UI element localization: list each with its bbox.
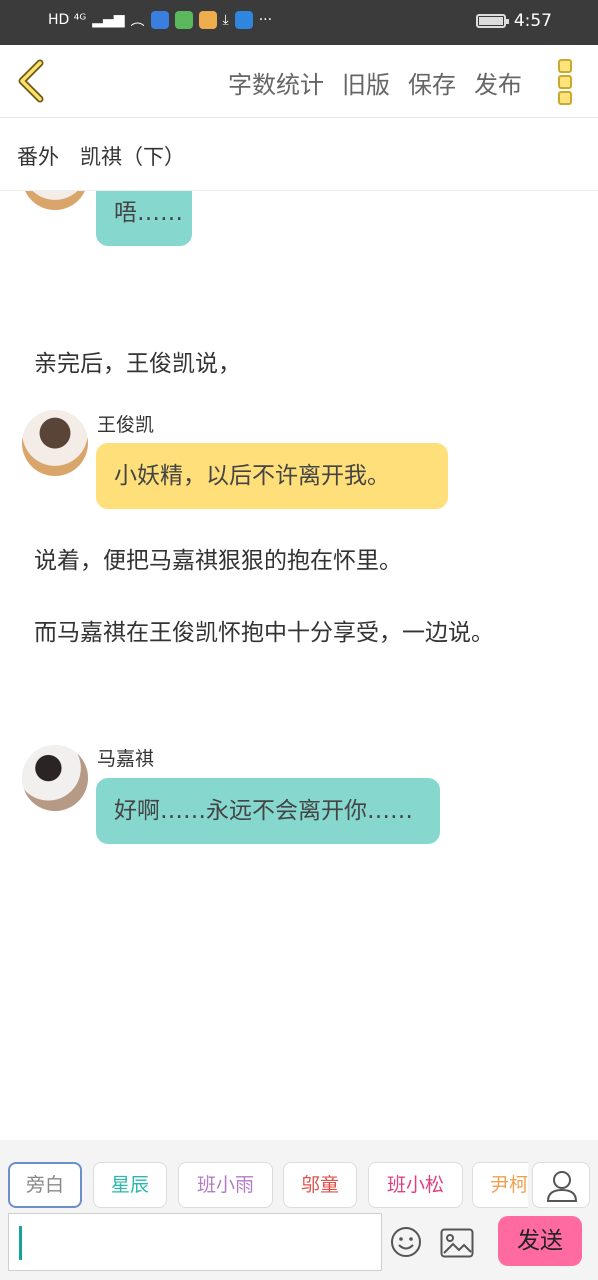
app-icon-3 xyxy=(198,11,217,29)
chat-bubble[interactable]: 好啊……永远不会离开你…… xyxy=(96,778,440,844)
status-bar: HD ⁴ᴳ ▂▄▆ ︵ ⤓ ··· 4:57 xyxy=(0,0,598,45)
publish-button[interactable]: 发布 xyxy=(474,65,522,100)
word-count-button[interactable]: 字数统计 xyxy=(228,65,324,100)
person-icon xyxy=(546,1171,578,1202)
speaker-name: 马嘉祺 xyxy=(97,748,155,770)
character-chip[interactable]: 旁白 xyxy=(8,1162,82,1208)
wifi-icon: ︵ xyxy=(130,13,145,29)
toolbar-links: 字数统计 旧版 保存 发布 xyxy=(228,65,522,100)
narration-text[interactable]: 说着，便把马嘉祺狠狠的抱在怀里。 xyxy=(34,541,402,575)
status-icons: HD ⁴ᴳ ▂▄▆ ︵ ⤓ ··· xyxy=(48,10,272,30)
character-chip[interactable]: 尹柯 xyxy=(472,1162,528,1208)
toolbar: 字数统计 旧版 保存 发布 xyxy=(0,45,598,118)
avatar[interactable] xyxy=(22,745,88,811)
back-icon[interactable] xyxy=(14,59,50,103)
character-chip[interactable]: 班小雨 xyxy=(178,1162,273,1208)
add-character-button[interactable] xyxy=(532,1162,590,1208)
signal-icon: ▂▄▆ xyxy=(92,12,125,28)
narration-text[interactable]: 亲完后，王俊凯说， xyxy=(34,344,241,378)
chat-bubble[interactable]: 唔…… xyxy=(96,191,192,246)
send-button[interactable]: 发送 xyxy=(498,1216,582,1266)
composer: 旁白 星辰 班小雨 邬童 班小松 尹柯 发送 xyxy=(0,1140,598,1280)
app-icon-1 xyxy=(150,11,169,29)
character-chip[interactable]: 邬童 xyxy=(283,1162,357,1208)
chapter-header: 番外 凯祺（下） xyxy=(0,118,598,191)
chapter-tag: 番外 xyxy=(17,145,59,169)
message-input-box[interactable] xyxy=(8,1213,382,1271)
clock: 4:57 xyxy=(513,11,552,31)
app-icon-4 xyxy=(234,11,253,29)
story-content[interactable]: 唔…… 亲完后，王俊凯说， 王俊凯 小妖精，以后不许离开我。 说着，便把马嘉祺狠… xyxy=(0,191,598,1140)
chat-bubble[interactable]: 小妖精，以后不许离开我。 xyxy=(96,443,448,509)
avatar[interactable] xyxy=(22,191,88,210)
network-label: HD ⁴ᴳ xyxy=(48,12,87,28)
image-icon[interactable] xyxy=(440,1228,474,1258)
message-input[interactable] xyxy=(27,1222,371,1264)
app-icon-2 xyxy=(174,11,193,29)
speaker-name: 王俊凯 xyxy=(97,414,155,436)
old-version-button[interactable]: 旧版 xyxy=(342,65,390,100)
character-selector: 旁白 星辰 班小雨 邬童 班小松 尹柯 xyxy=(8,1162,528,1210)
character-chip[interactable]: 星辰 xyxy=(93,1162,167,1208)
text-caret xyxy=(19,1226,22,1260)
save-button[interactable]: 保存 xyxy=(408,65,456,100)
chapter-title[interactable]: 凯祺（下） xyxy=(80,141,185,171)
more-notifications-icon: ··· xyxy=(258,12,273,28)
character-chip[interactable]: 班小松 xyxy=(368,1162,463,1208)
narration-text[interactable]: 而马嘉祺在王俊凯怀抱中十分享受，一边说。 xyxy=(34,613,494,647)
more-menu-icon[interactable] xyxy=(558,59,574,105)
avatar[interactable] xyxy=(22,410,88,476)
battery-icon xyxy=(475,14,509,28)
emoji-icon[interactable] xyxy=(390,1226,422,1258)
download-icon: ⤓ xyxy=(222,12,229,28)
